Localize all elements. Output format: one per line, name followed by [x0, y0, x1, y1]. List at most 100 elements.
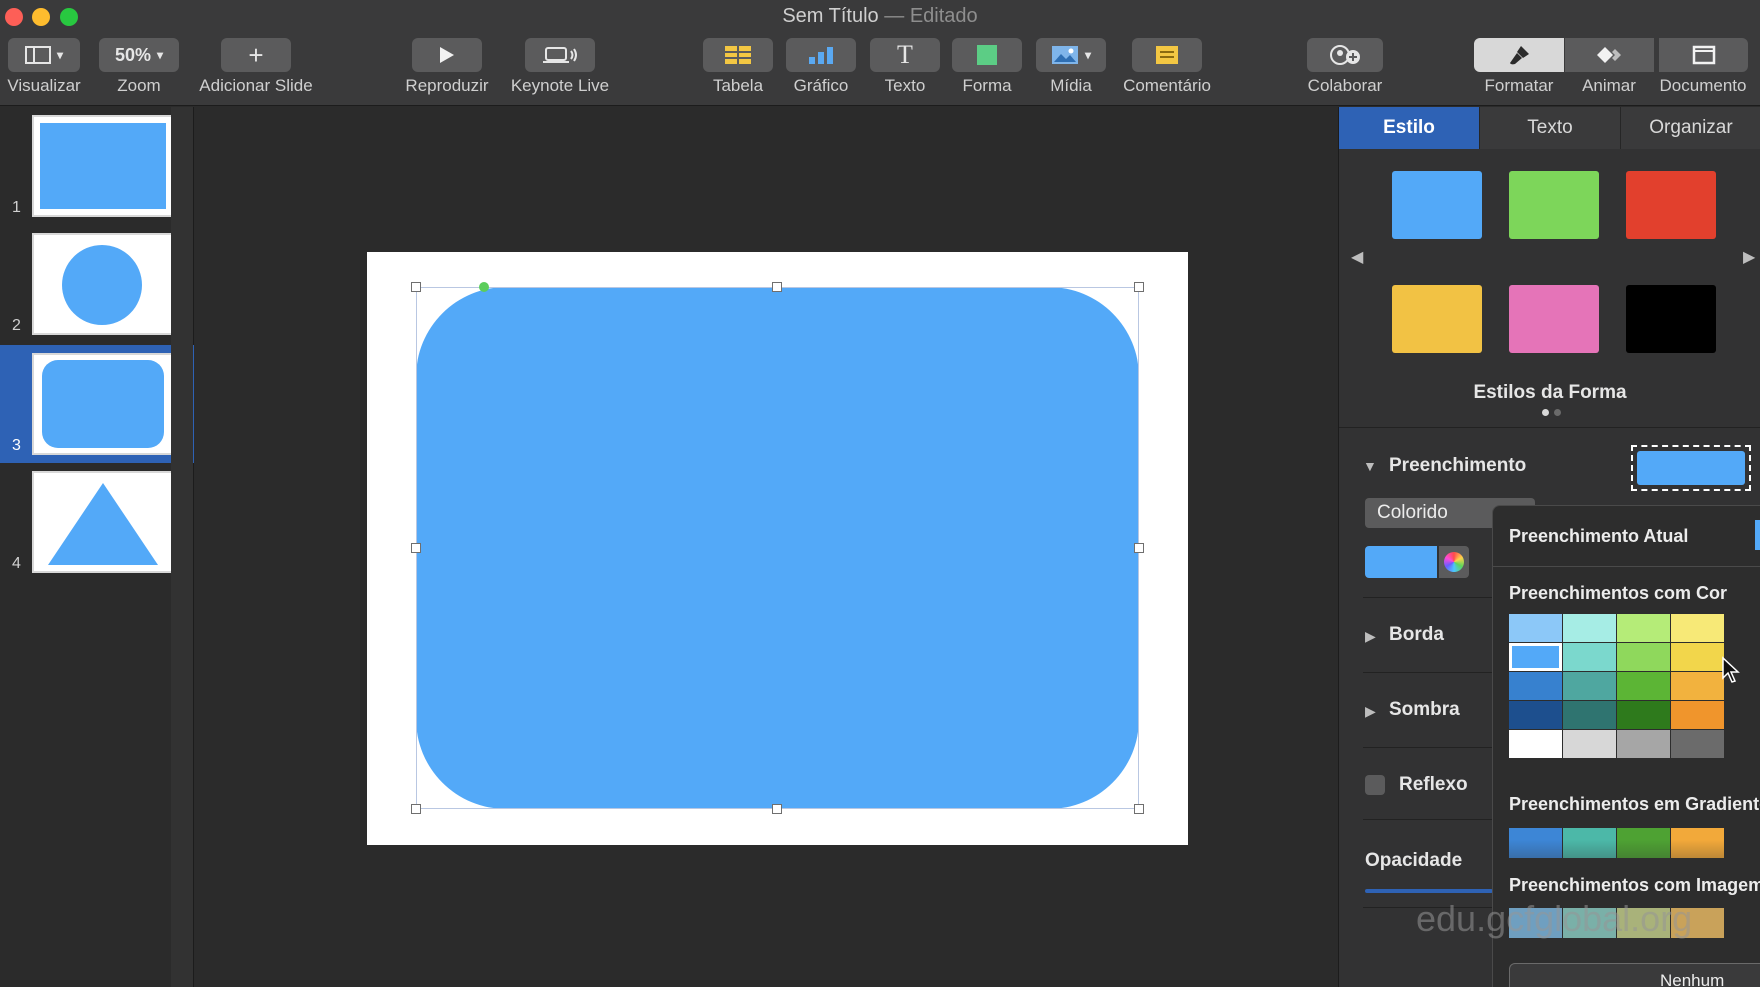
format-control[interactable]: Formatar [1474, 38, 1564, 96]
resize-handle-top-right[interactable] [1134, 282, 1144, 292]
comment-control[interactable]: Comentário [1116, 38, 1218, 96]
reflection-checkbox[interactable] [1365, 775, 1385, 795]
color-fill-swatch[interactable] [1563, 614, 1616, 642]
corner-radius-handle[interactable] [479, 282, 489, 292]
text-control[interactable]: T Texto [870, 38, 940, 96]
slide-thumbnail-1[interactable]: 1 [0, 107, 194, 225]
resize-handle-bottom-right[interactable] [1134, 804, 1144, 814]
animate-control[interactable]: Animar [1564, 38, 1654, 96]
color-fill-swatch[interactable] [1617, 672, 1670, 700]
tab-style[interactable]: Estilo [1339, 107, 1480, 149]
resize-handle-left[interactable] [411, 543, 421, 553]
text-button[interactable]: T [870, 38, 940, 72]
color-fill-swatch[interactable] [1509, 643, 1562, 671]
color-fill-swatch[interactable] [1671, 614, 1724, 642]
zoom-control[interactable]: 50% ▾ Zoom [99, 38, 179, 96]
animate-button[interactable] [1564, 38, 1654, 72]
opacity-slider[interactable] [1365, 889, 1493, 893]
media-button[interactable]: ▾ [1036, 38, 1106, 72]
table-button[interactable] [703, 38, 773, 72]
resize-handle-bottom-left[interactable] [411, 804, 421, 814]
color-fill-swatch[interactable] [1671, 730, 1724, 758]
format-button[interactable] [1474, 38, 1564, 72]
document-control[interactable]: Documento [1654, 38, 1752, 96]
play-control[interactable]: Reproduzir [400, 38, 494, 96]
disclosure-triangle-open-icon[interactable]: ▼ [1363, 458, 1377, 474]
zoom-select[interactable]: 50% ▾ [99, 38, 179, 72]
shape-styles-label: Estilos da Forma [1473, 382, 1627, 403]
style-swatch[interactable] [1509, 285, 1599, 353]
disclosure-triangle-closed-icon[interactable]: ▶ [1365, 628, 1376, 645]
slide-canvas [216, 107, 1338, 987]
navigator-scrollbar[interactable] [171, 107, 193, 987]
color-fill-swatch[interactable] [1509, 614, 1562, 642]
resize-handle-right[interactable] [1134, 543, 1144, 553]
collaborate-control[interactable]: Colaborar [1307, 38, 1383, 96]
current-fill-swatch[interactable] [1755, 520, 1760, 550]
style-swatch[interactable] [1392, 285, 1482, 353]
gradient-fill-swatch[interactable] [1563, 828, 1616, 858]
mouse-cursor-icon [1722, 656, 1740, 683]
play-button[interactable] [412, 38, 482, 72]
gradient-fill-swatch[interactable] [1509, 828, 1562, 858]
tab-arrange[interactable]: Organizar [1621, 107, 1760, 149]
keynote-live-control[interactable]: Keynote Live [506, 38, 614, 96]
view-button[interactable]: ▾ [8, 38, 80, 72]
chart-control[interactable]: Gráfico [786, 38, 856, 96]
color-fill-swatch[interactable] [1671, 643, 1724, 671]
chevron-down-icon: ▾ [56, 48, 64, 62]
comment-button[interactable] [1132, 38, 1202, 72]
color-fill-swatch[interactable] [1671, 701, 1724, 729]
color-fill-swatch[interactable] [1509, 672, 1562, 700]
slide-thumbnail-3[interactable]: 3 [0, 345, 194, 463]
chart-button[interactable] [786, 38, 856, 72]
page-indicator-dot[interactable] [1554, 409, 1561, 416]
color-fill-swatch[interactable] [1509, 701, 1562, 729]
view-control[interactable]: ▾ Visualizar [7, 38, 81, 96]
keynote-live-button[interactable] [525, 38, 595, 72]
color-fill-swatch[interactable] [1509, 730, 1562, 758]
style-swatch[interactable] [1626, 285, 1716, 353]
shape-button[interactable] [952, 38, 1022, 72]
color-fill-swatch[interactable] [1563, 672, 1616, 700]
none-button[interactable]: Nenhum [1509, 963, 1760, 987]
add-slide-label: Adicionar Slide [199, 76, 313, 95]
page-indicator-dot[interactable] [1542, 409, 1549, 416]
resize-handle-top-left[interactable] [411, 282, 421, 292]
document-title: Sem Título [782, 5, 879, 27]
color-wheel-button[interactable] [1439, 546, 1469, 578]
media-control[interactable]: ▾ Mídia [1036, 38, 1106, 96]
color-fill-swatch[interactable] [1563, 701, 1616, 729]
color-fill-swatch[interactable] [1617, 643, 1670, 671]
comment-label: Comentário [1123, 76, 1211, 95]
resize-handle-top[interactable] [772, 282, 782, 292]
style-swatch[interactable] [1626, 171, 1716, 239]
shape-control[interactable]: Forma [952, 38, 1022, 96]
disclosure-triangle-closed-icon[interactable]: ▶ [1365, 703, 1376, 720]
window-title: Sem Título — Editado [0, 5, 1760, 28]
collaborate-button[interactable] [1307, 38, 1383, 72]
gradient-fill-swatch[interactable] [1617, 828, 1670, 858]
style-swatch[interactable] [1392, 171, 1482, 239]
color-fill-swatch[interactable] [1617, 701, 1670, 729]
color-fill-swatch[interactable] [1563, 643, 1616, 671]
style-swatch[interactable] [1509, 171, 1599, 239]
slide-thumbnail-4[interactable]: 4 [0, 463, 194, 581]
add-slide-control[interactable]: + Adicionar Slide [198, 38, 314, 96]
resize-handle-bottom[interactable] [772, 804, 782, 814]
tab-text[interactable]: Texto [1480, 107, 1621, 149]
add-slide-button[interactable]: + [221, 38, 291, 72]
color-fill-swatch[interactable] [1563, 730, 1616, 758]
document-button[interactable] [1658, 38, 1748, 72]
color-fill-swatch[interactable] [1617, 730, 1670, 758]
paintbrush-icon [1510, 46, 1529, 65]
table-control[interactable]: Tabela [703, 38, 773, 96]
color-fill-swatch[interactable] [1617, 614, 1670, 642]
fill-color-well[interactable] [1631, 445, 1751, 491]
gradient-fill-swatch[interactable] [1671, 828, 1724, 858]
color-picker-well[interactable] [1365, 546, 1437, 578]
chevron-right-icon[interactable]: ▶ [1743, 247, 1755, 267]
color-fill-swatch[interactable] [1671, 672, 1724, 700]
slide-thumbnail-2[interactable]: 2 [0, 225, 194, 343]
chevron-left-icon[interactable]: ◀ [1351, 247, 1363, 267]
